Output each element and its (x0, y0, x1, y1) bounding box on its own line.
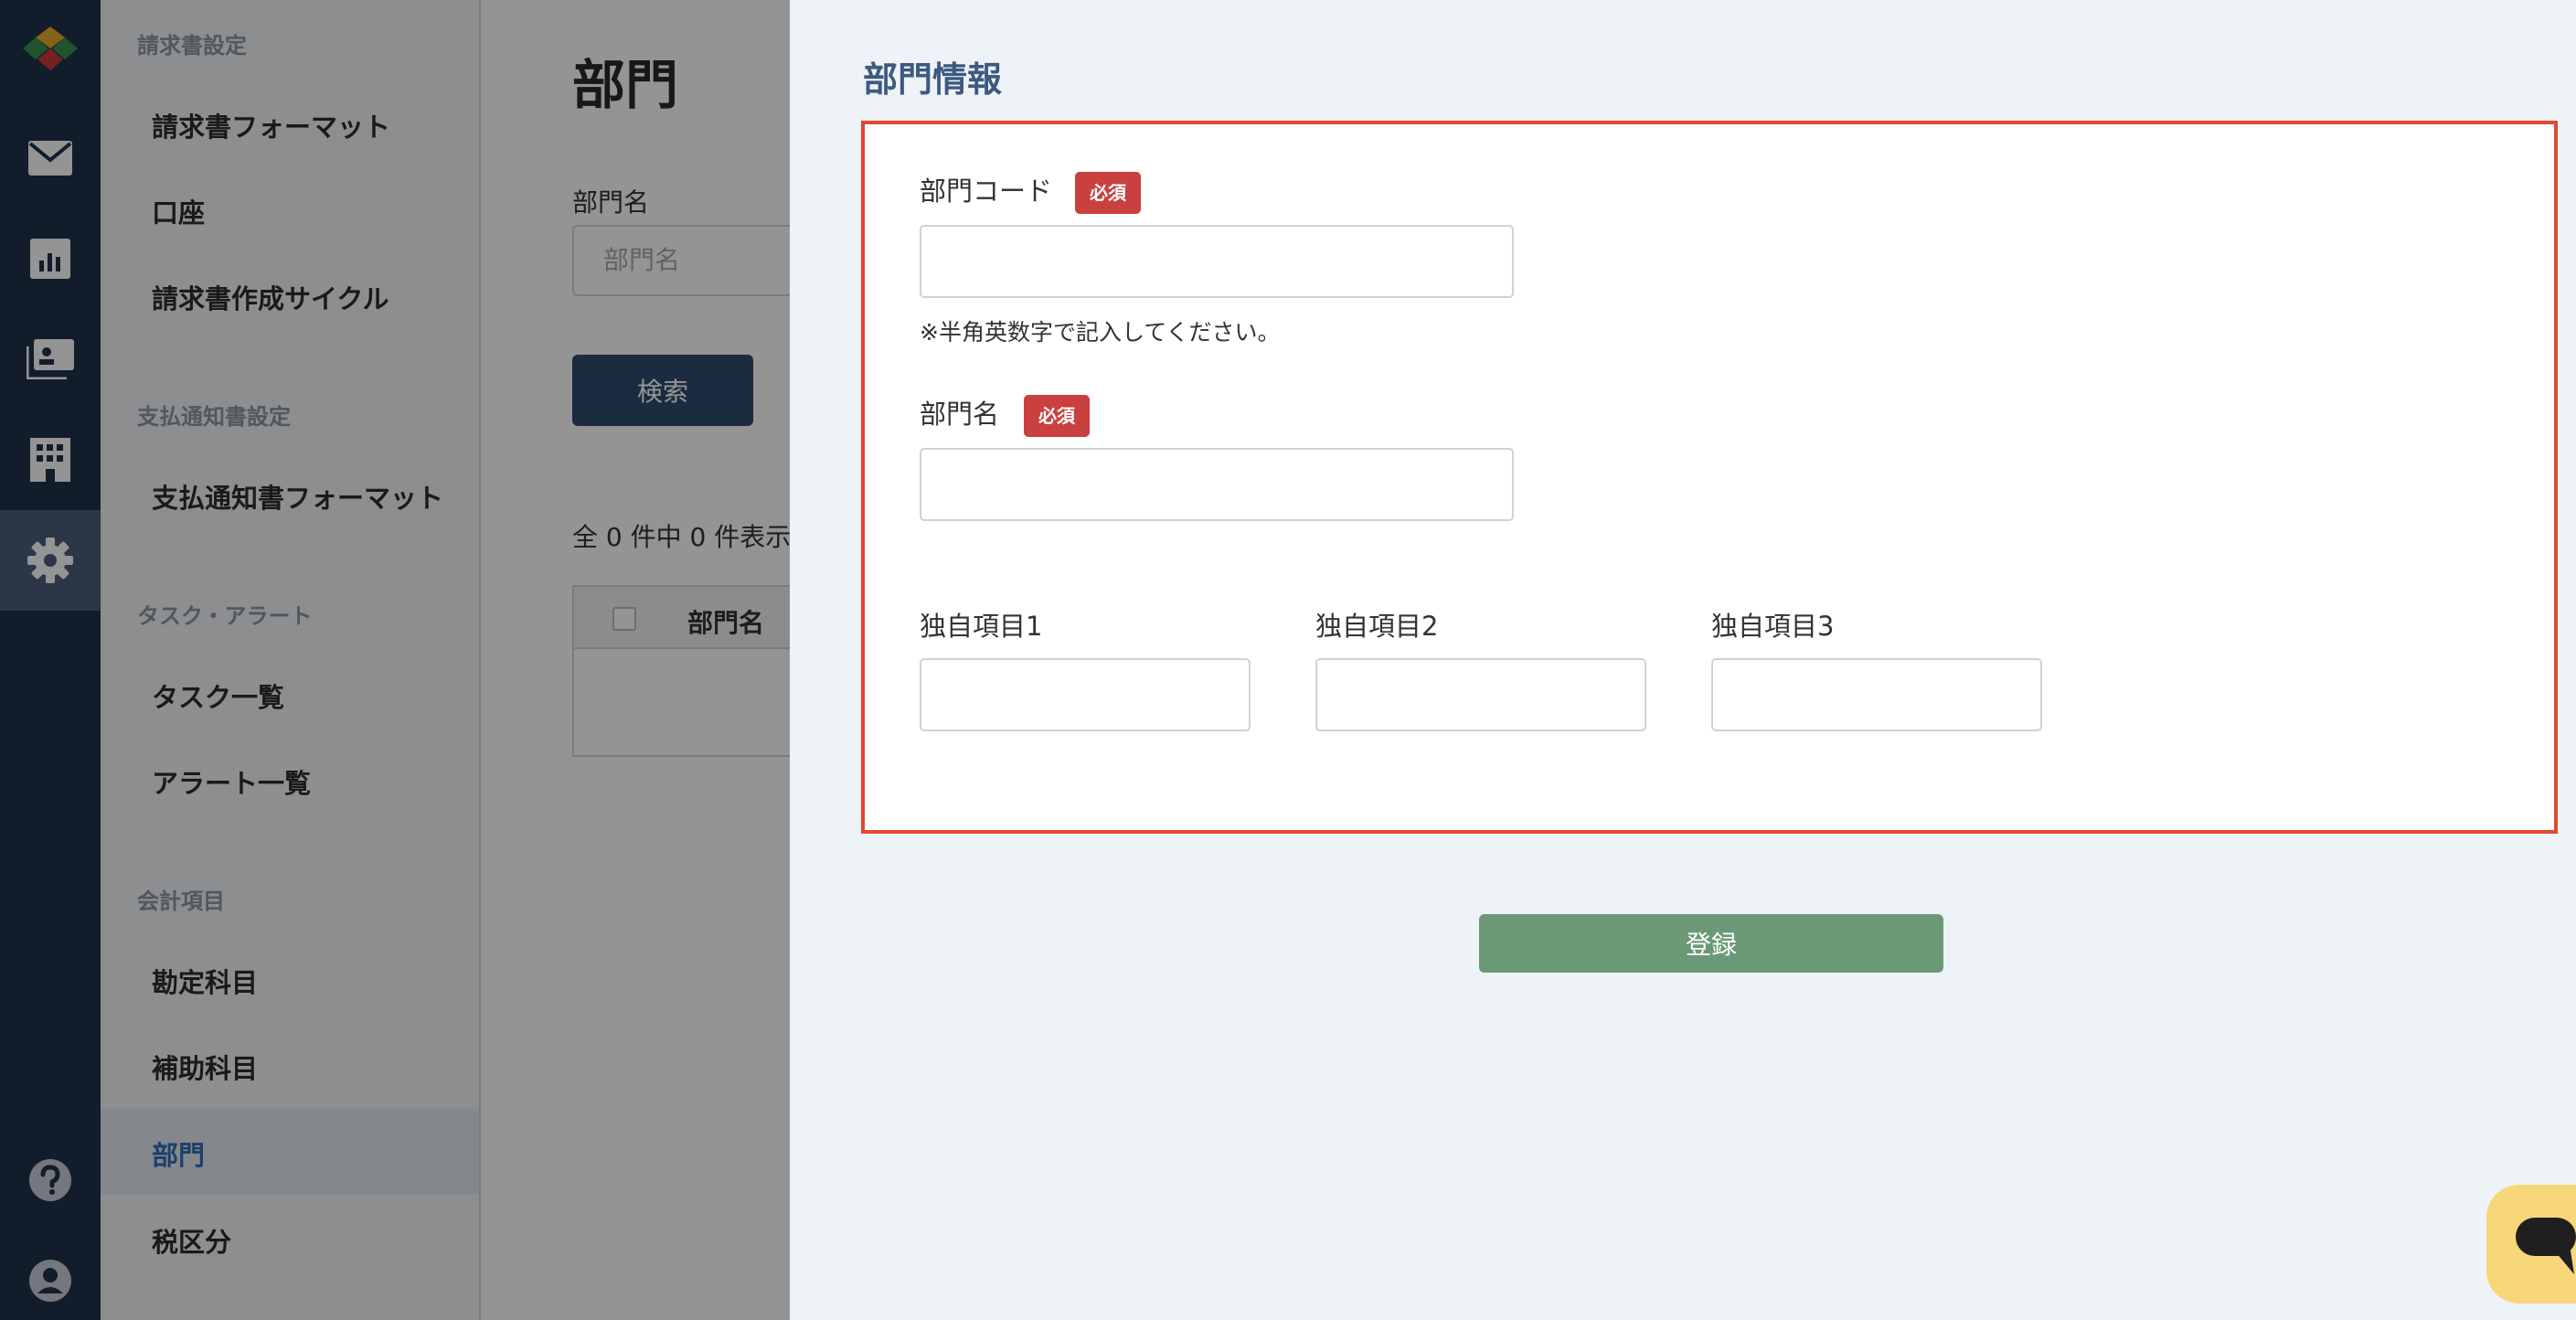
custom-field-3-input[interactable] (1711, 658, 2042, 731)
required-badge: 必須 (1075, 172, 1141, 214)
department-form: 部門コード 必須 ※半角英数字で記入してください。 部門名 必須 独自項目1 独… (861, 121, 2558, 834)
modal-backdrop[interactable] (0, 0, 790, 1320)
custom-field-2-input[interactable] (1315, 658, 1646, 731)
dept-name-input[interactable] (920, 448, 1514, 521)
custom-field-3-label: 独自項目3 (1711, 611, 1835, 642)
custom-field-2-label: 独自項目2 (1315, 611, 1439, 642)
custom-field-1-input[interactable] (920, 658, 1251, 731)
required-badge: 必須 (1024, 395, 1090, 437)
drawer-title: 部門情報 (863, 59, 1003, 100)
chat-bubble-icon (2516, 1218, 2576, 1274)
register-button[interactable]: 登録 (1479, 914, 1943, 973)
department-info-drawer: 部門情報 部門コード 必須 ※半角英数字で記入してください。 部門名 必須 独自… (790, 0, 2576, 1320)
dept-code-label: 部門コード (920, 176, 1053, 207)
dept-code-input[interactable] (920, 225, 1514, 298)
dept-name-label: 部門名 (920, 399, 1000, 430)
chat-widget-button[interactable] (2486, 1185, 2576, 1304)
dept-code-hint: ※半角英数字で記入してください。 (920, 319, 1281, 346)
custom-field-1-label: 独自項目1 (920, 611, 1043, 642)
